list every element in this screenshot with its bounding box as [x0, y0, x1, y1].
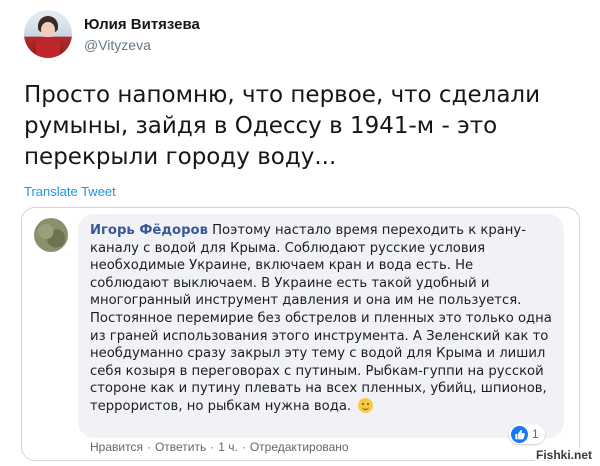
like-thumb-icon [511, 425, 528, 443]
comment-actions: Нравится · Ответить · 1 ч. · Отредактиро… [90, 440, 349, 454]
commenter-name[interactable]: Игорь Фёдоров [90, 223, 208, 238]
edited-label[interactable]: Отредактировано [250, 440, 349, 454]
separator: · [210, 440, 215, 454]
avatar[interactable] [24, 10, 72, 58]
comment-time[interactable]: 1 ч. [218, 440, 238, 454]
tweet-header: Юлия Витязева @Vityzeva [24, 10, 200, 58]
author-display-name[interactable]: Юлия Витязева [84, 15, 200, 34]
comment-body: Игорь Фёдоров Поэтому настало время пере… [90, 222, 552, 416]
avatar-body [36, 37, 60, 58]
commenter-avatar[interactable] [34, 218, 68, 252]
tweet-text: Просто напомню, что первое, что сделали … [24, 82, 541, 170]
translate-tweet-link[interactable]: Translate Tweet [24, 184, 116, 199]
reply-link[interactable]: Ответить [155, 440, 206, 454]
avatar-face [41, 22, 55, 37]
comment-text: Поэтому настало время переходить к крану… [90, 223, 552, 414]
like-link[interactable]: Нравится [90, 440, 143, 454]
comment-bubble: Игорь Фёдоров Поэтому настало время пере… [78, 214, 564, 438]
embedded-image[interactable]: Игорь Фёдоров Поэтому настало время пере… [21, 207, 580, 461]
author-handle[interactable]: @Vityzeva [84, 36, 200, 54]
separator: · [241, 440, 246, 454]
reaction-badge[interactable]: 1 [509, 424, 545, 444]
author-block: Юлия Витязева @Vityzeva [84, 15, 200, 54]
reaction-count: 1 [532, 427, 539, 441]
watermark: Fishki.net [533, 448, 594, 462]
smile-emoji-icon [358, 397, 374, 413]
separator: · [146, 440, 151, 454]
